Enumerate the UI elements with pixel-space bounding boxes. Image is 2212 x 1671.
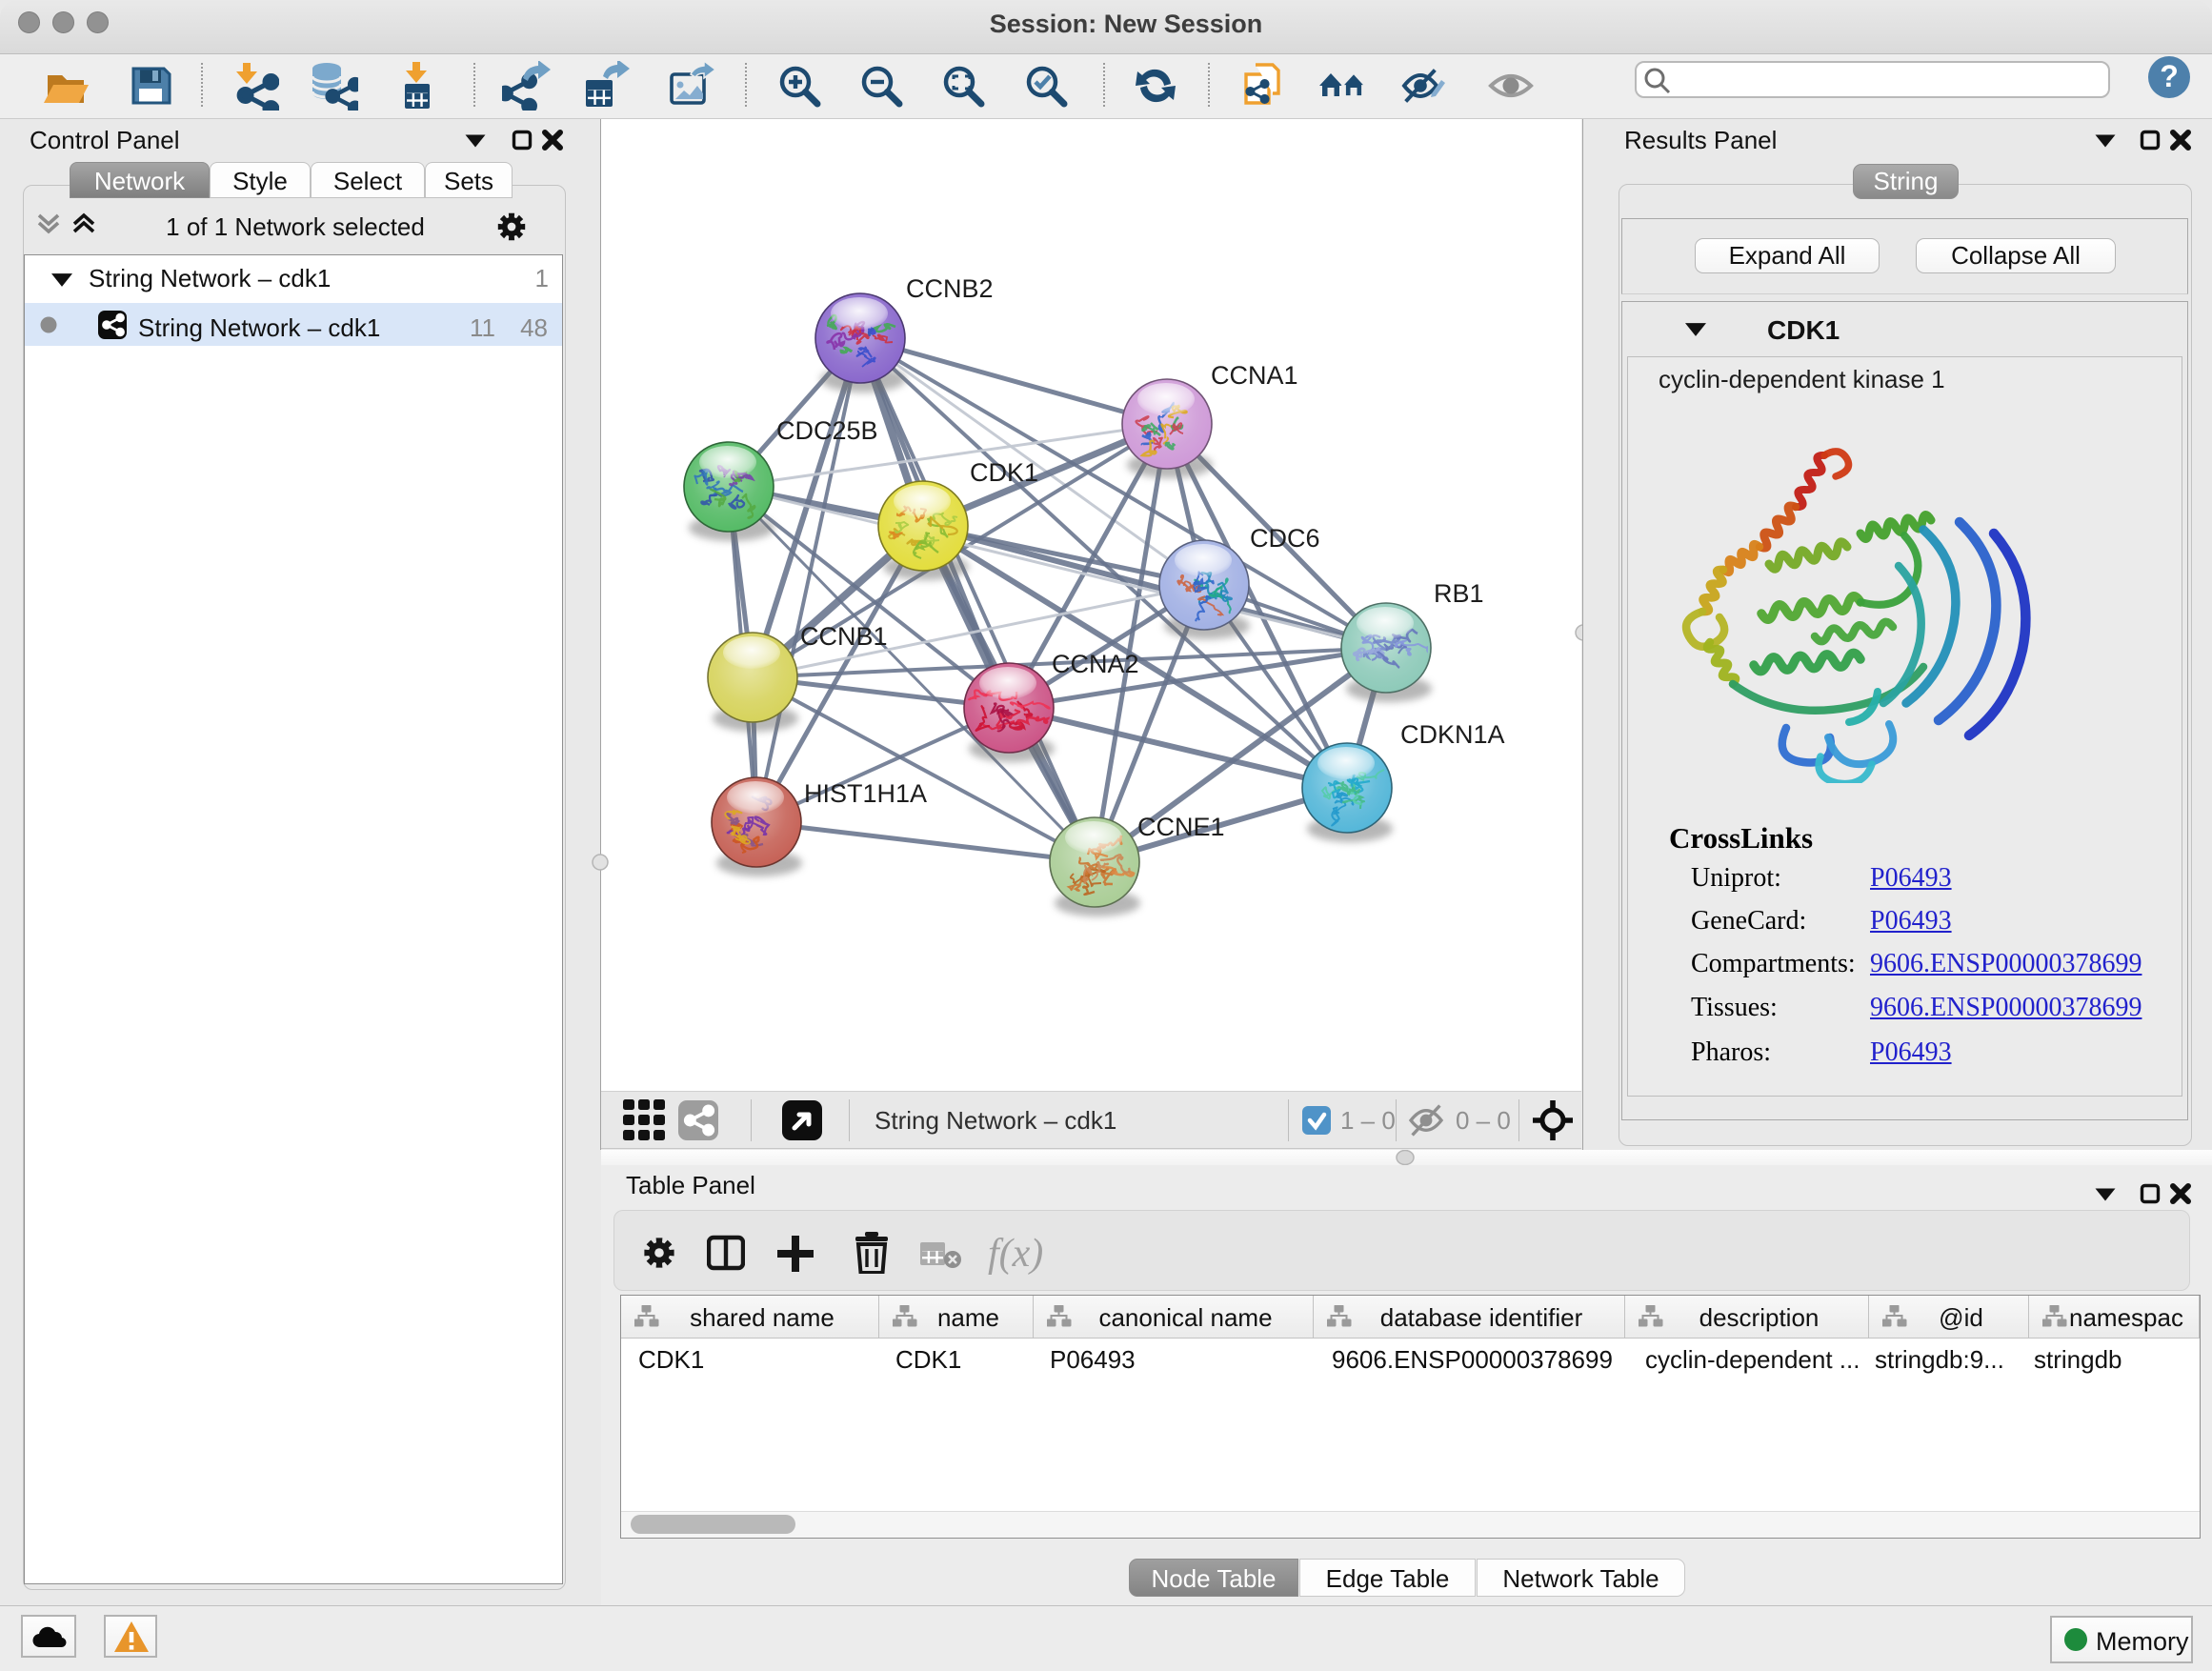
svg-text:CCNB1: CCNB1 (800, 622, 888, 651)
svg-text:RB1: RB1 (1434, 579, 1484, 608)
svg-text:CCNE1: CCNE1 (1137, 813, 1225, 841)
svg-text:CDK1: CDK1 (970, 458, 1038, 487)
svg-text:?: ? (2160, 59, 2179, 93)
svg-text:CDC25B: CDC25B (776, 416, 878, 445)
svg-text:CCNA1: CCNA1 (1211, 361, 1298, 390)
svg-text:CDKN1A: CDKN1A (1400, 720, 1505, 749)
svg-text:CCNB2: CCNB2 (906, 274, 994, 303)
svg-text:HIST1H1A: HIST1H1A (804, 779, 927, 808)
svg-text:CCNA2: CCNA2 (1052, 650, 1139, 678)
svg-text:CDC6: CDC6 (1250, 524, 1320, 553)
